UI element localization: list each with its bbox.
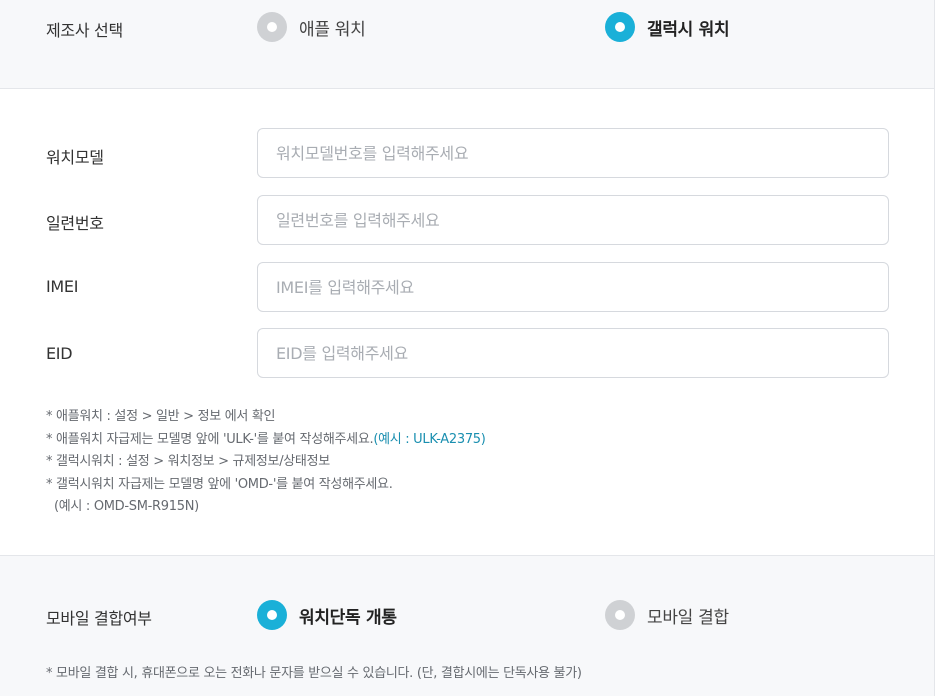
imei-input[interactable] (257, 262, 889, 312)
imei-label: IMEI (46, 277, 79, 296)
radio-off-icon (605, 600, 635, 630)
note-line: * 갤럭시워치 : 설정 > 워치정보 > 규제정보/상태정보 (46, 454, 330, 469)
radio-off-icon (257, 12, 287, 42)
radio-watch-standalone-label: 워치단독 개통 (299, 607, 397, 628)
radio-apple-watch-label: 애플 워치 (299, 19, 366, 40)
radio-apple-watch[interactable]: 애플 워치 (257, 12, 366, 42)
mobile-combination-note: * 모바일 결합 시, 휴대폰으로 오는 전화나 문자를 받으실 수 있습니다.… (46, 666, 582, 681)
mobile-combination-label: 모바일 결합여부 (46, 609, 152, 628)
radio-galaxy-watch[interactable]: 갤럭시 워치 (605, 12, 730, 42)
manufacturer-label: 제조사 선택 (46, 21, 123, 40)
manufacturer-section: 제조사 선택 애플 워치 갤럭시 워치 (0, 0, 935, 89)
serial-number-label: 일련번호 (46, 214, 104, 233)
note-line: (예시 : OMD-SM-R915N) (54, 499, 199, 514)
note-line: * 애플워치 : 설정 > 일반 > 정보 에서 확인 (46, 409, 276, 424)
radio-on-icon (605, 12, 635, 42)
watch-activation-form: 제조사 선택 애플 워치 갤럭시 워치 워치모델 일련번호 IMEI EID *… (0, 0, 936, 696)
note-line: * 애플워치 자급제는 모델명 앞에 'ULK-'를 붙여 작성해주세요.(예시… (46, 429, 486, 452)
watch-model-input[interactable] (257, 128, 889, 178)
radio-on-icon (257, 600, 287, 630)
radio-watch-standalone[interactable]: 워치단독 개통 (257, 600, 397, 630)
serial-number-input[interactable] (257, 195, 889, 245)
eid-label: EID (46, 344, 73, 363)
note-line: * 갤럭시워치 자급제는 모델명 앞에 'OMD-'를 붙여 작성해주세요. (46, 476, 393, 492)
eid-input[interactable] (257, 328, 889, 378)
radio-galaxy-watch-label: 갤럭시 워치 (647, 19, 730, 40)
radio-mobile-combined-label: 모바일 결합 (647, 607, 729, 628)
watch-model-label: 워치모델 (46, 148, 104, 167)
note-example-highlight: (예시 : ULK-A2375) (373, 431, 486, 447)
help-notes: * 애플워치 : 설정 > 일반 > 정보 에서 확인 * 애플워치 자급제는 … (46, 406, 486, 519)
note-text: * 애플워치 자급제는 모델명 앞에 'ULK-'를 붙여 작성해주세요. (46, 431, 374, 447)
radio-mobile-combined[interactable]: 모바일 결합 (605, 600, 729, 630)
